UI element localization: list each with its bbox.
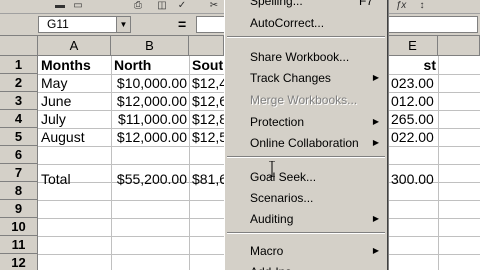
cell-north[interactable]: $10,000.00 (112, 74, 189, 92)
submenu-arrow-icon: ▶ (372, 73, 379, 82)
open-icon[interactable]: ▭ (70, 0, 86, 12)
menu-item-spelling[interactable]: Spelling... F7 (225, 0, 387, 11)
submenu-arrow-icon: ▶ (372, 214, 379, 223)
name-box[interactable]: G11 (38, 16, 116, 33)
menu-item-label: Macro (250, 244, 284, 258)
submenu-arrow-icon: ▶ (372, 117, 379, 126)
menu-item-goal-seek[interactable]: Goal Seek... (225, 167, 387, 187)
cell-total-label[interactable]: Total (39, 170, 111, 188)
cell-total-north[interactable]: $55,200.00 (112, 170, 189, 188)
function-icon[interactable]: ƒx (390, 0, 412, 12)
cut-icon[interactable]: ✂ (206, 0, 222, 12)
tools-menu: Spelling... F7 AutoCorrect... Share Work… (224, 0, 388, 270)
cell-north[interactable]: $12,000.00 (112, 128, 189, 146)
menu-item-macro[interactable]: Macro ▶ (225, 241, 387, 261)
cell-south[interactable]: $12,8 (190, 110, 224, 128)
row-header[interactable]: 9 (0, 200, 38, 218)
cell-north[interactable]: $12,000.00 (112, 92, 189, 110)
cell-header-east[interactable]: st (389, 56, 438, 74)
row-header[interactable]: 10 (0, 218, 38, 236)
menu-item-add-ins[interactable]: Add-Ins... (225, 262, 387, 270)
cell-east[interactable]: 022.00 (389, 128, 438, 146)
menu-item-label: Online Collaboration (250, 136, 359, 150)
row-header[interactable]: 2 (0, 74, 38, 92)
select-all-corner[interactable] (0, 36, 38, 56)
cell-east[interactable]: 023.00 (389, 74, 438, 92)
spelling-icon[interactable]: ✓ (174, 0, 190, 12)
cell-south[interactable]: $12,5 (190, 128, 224, 146)
menu-item-shortcut: F7 (358, 0, 373, 8)
menu-separator (227, 156, 385, 158)
row-header[interactable]: 11 (0, 236, 38, 254)
cell-east[interactable]: 265.00 (389, 110, 438, 128)
cell-month[interactable]: June (39, 92, 111, 110)
menu-separator (227, 232, 385, 234)
menu-item-label: Spelling... (250, 0, 303, 8)
cell-total-east[interactable]: 300.00 (389, 170, 438, 188)
menu-item-merge-workbooks: Merge Workbooks... (250, 93, 358, 107)
row-header[interactable]: 4 (0, 110, 38, 128)
cell-south[interactable]: $12,4 (190, 74, 224, 92)
row-header[interactable]: 8 (0, 182, 38, 200)
column-header-c[interactable] (189, 36, 224, 56)
column-header-b[interactable]: B (111, 36, 189, 56)
menu-item-online-collaboration[interactable]: Online Collaboration ▶ (225, 133, 387, 153)
menu-item-share-workbook[interactable]: Share Workbook... (225, 47, 387, 67)
cell-total-south[interactable]: $81,6 (190, 170, 224, 188)
cell-month[interactable]: August (39, 128, 111, 146)
column-header-e[interactable]: E (388, 36, 438, 56)
cell-month[interactable]: May (39, 74, 111, 92)
cell-east[interactable]: 012.00 (389, 92, 438, 110)
print-preview-icon[interactable]: ◫ (154, 0, 170, 12)
menu-item-autocorrect[interactable]: AutoCorrect... (225, 13, 387, 33)
row-header[interactable]: 3 (0, 92, 38, 110)
cell-header-months[interactable]: Months (39, 56, 111, 74)
menu-item-label: Protection (250, 115, 305, 129)
menu-item-scenarios[interactable]: Scenarios... (225, 188, 387, 208)
cell-month[interactable]: July (39, 110, 111, 128)
equals-icon[interactable]: = (178, 16, 186, 32)
menu-item-track-changes[interactable]: Track Changes ▶ (225, 68, 387, 88)
gridline (438, 56, 439, 270)
submenu-arrow-icon: ▶ (372, 138, 379, 147)
column-header-f[interactable] (438, 36, 480, 56)
cell-header-south[interactable]: Sout (190, 56, 224, 74)
row-header[interactable]: 6 (0, 146, 38, 164)
cell-north[interactable]: $11,000.00 (112, 110, 189, 128)
cell-south[interactable]: $12,6 (190, 92, 224, 110)
sort-icon[interactable]: ↕ (414, 0, 430, 12)
menu-item-protection[interactable]: Protection ▶ (225, 112, 387, 132)
column-header-a[interactable]: A (38, 36, 111, 56)
cell-header-north[interactable]: North (112, 56, 189, 74)
row-header[interactable]: 7 (0, 164, 38, 182)
menu-item-auditing[interactable]: Auditing ▶ (225, 209, 387, 229)
name-box-dropdown[interactable]: ▼ (116, 16, 131, 33)
print-icon[interactable]: ⎙ (130, 0, 146, 12)
menu-item-label: Auditing (250, 212, 294, 226)
row-header[interactable]: 5 (0, 128, 38, 146)
row-header[interactable]: 1 (0, 56, 38, 74)
submenu-arrow-icon: ▶ (372, 246, 379, 255)
menu-item-label: Track Changes (250, 71, 331, 85)
save-icon[interactable]: ▬ (52, 0, 68, 12)
row-header[interactable]: 12 (0, 254, 38, 270)
menu-separator (227, 36, 385, 38)
text-cursor-icon (269, 161, 275, 177)
